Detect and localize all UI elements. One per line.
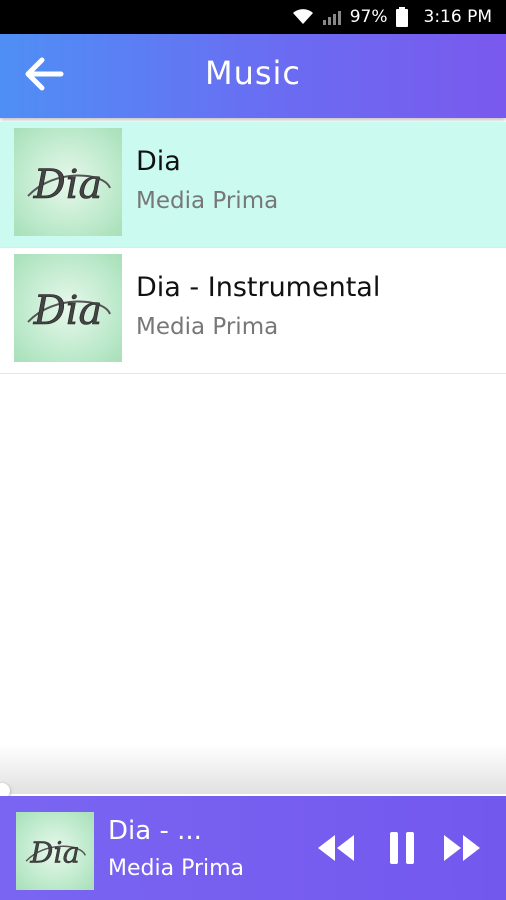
track-list: Dia Dia Media Prima Dia Dia - Instrument…	[0, 122, 506, 374]
player-album-art[interactable]: Dia	[16, 812, 94, 890]
forward-button[interactable]	[440, 832, 484, 868]
pause-button[interactable]	[380, 832, 424, 868]
track-row[interactable]: Dia Dia - Instrumental Media Prima	[0, 248, 506, 374]
playback-progress[interactable]	[0, 783, 506, 799]
mini-player: Dia Dia - ... Media Prima	[0, 796, 506, 900]
player-album-art-text: Dia	[29, 836, 80, 870]
track-title: Dia - Instrumental	[136, 272, 381, 303]
signal-icon	[322, 9, 342, 25]
album-art: Dia	[14, 128, 122, 236]
battery-percent: 97%	[349, 7, 388, 27]
album-art-text: Dia	[33, 162, 103, 208]
album-art-text: Dia	[33, 288, 103, 334]
progress-track	[0, 790, 506, 793]
fast-forward-icon	[442, 833, 482, 867]
rewind-icon	[316, 833, 356, 867]
track-title: Dia	[136, 146, 181, 177]
rewind-button[interactable]	[314, 832, 358, 868]
player-title: Dia - ...	[108, 816, 202, 846]
app-bar: Music	[0, 34, 506, 118]
track-artist: Media Prima	[136, 188, 279, 214]
page-title: Music	[204, 54, 302, 92]
track-row[interactable]: Dia Dia Media Prima	[0, 122, 506, 248]
clock: 3:16 PM	[423, 7, 493, 27]
player-artist: Media Prima	[108, 856, 245, 881]
battery-icon	[395, 7, 408, 27]
wifi-icon	[292, 9, 314, 25]
status-bar: 97% 3:16 PM	[0, 0, 506, 34]
track-artist: Media Prima	[136, 314, 279, 340]
album-art: Dia	[14, 254, 122, 362]
pause-icon	[387, 831, 417, 869]
